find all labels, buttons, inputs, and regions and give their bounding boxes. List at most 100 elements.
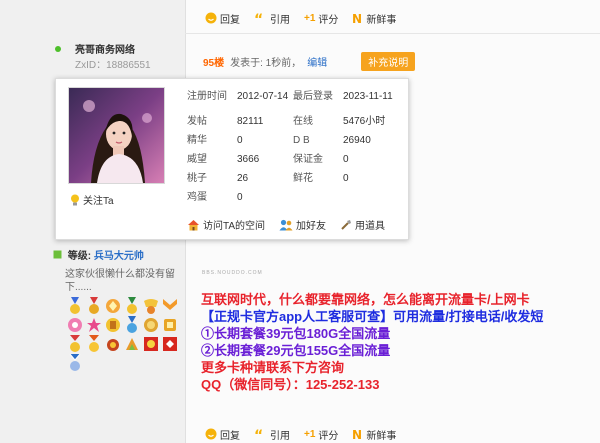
- quote-button[interactable]: “ 引用: [254, 11, 290, 26]
- rate-label: 评分: [318, 14, 339, 26]
- new-thread-icon: N: [352, 428, 363, 440]
- watermark: BBS.NOUDDO.COM: [202, 270, 263, 276]
- quote-button[interactable]: “ 引用: [254, 427, 290, 442]
- svg-text:N: N: [352, 12, 362, 24]
- ad-line: 更多卡种请联系下方咨询: [201, 360, 345, 375]
- new-thread-button[interactable]: N 新鲜事: [352, 427, 396, 442]
- stats-row: 精华 0 D B 26940: [187, 131, 393, 150]
- post-divider: [185, 33, 600, 34]
- quote-label: 引用: [270, 14, 290, 26]
- user-stats: 注册时间 2012-07-14 最后登录 2023-11-11 发帖 82111…: [187, 87, 393, 207]
- online-status-dot: [55, 46, 61, 52]
- quote-icon: “: [254, 429, 267, 440]
- post-action-bar-bottom: 回复 “ 引用 +1 评分 N 新鲜事: [205, 425, 396, 443]
- medal-icon[interactable]: [66, 316, 84, 334]
- stat-label: 发帖: [187, 116, 207, 127]
- edit-link[interactable]: 编辑: [307, 54, 327, 69]
- stats-row-register: 注册时间 2012-07-14 最后登录 2023-11-11: [187, 87, 393, 106]
- medal-icon[interactable]: [85, 335, 103, 353]
- reply-label: 回复: [220, 430, 240, 442]
- ad-line: 【正规卡官方app人工客服可查】可用流量/打接电话/收发短: [201, 309, 544, 324]
- register-label: 注册时间: [187, 91, 227, 102]
- stat-value: 0: [237, 135, 243, 146]
- rank-label: 等级:: [67, 251, 92, 262]
- stat-label: 鲜花: [293, 173, 313, 184]
- new-thread-label: 新鲜事: [366, 14, 397, 26]
- reply-button[interactable]: 回复: [205, 427, 240, 442]
- ad-line: ①长期套餐39元包180G全国流量: [201, 326, 391, 341]
- medal-icon[interactable]: [104, 297, 122, 315]
- card-actions: 访问TA的空间 加好友 用道具: [187, 217, 385, 232]
- stat-label: 鸡蛋: [187, 192, 207, 203]
- medal-icon[interactable]: [104, 316, 122, 334]
- home-icon: [187, 219, 200, 231]
- stats-row: 发帖 82111 在线 5476小时: [187, 112, 393, 131]
- stat-value: 0: [343, 173, 349, 184]
- post-time: 发表于: 1秒前，: [230, 58, 302, 69]
- stat-value: 5476小时: [343, 116, 386, 127]
- use-tool-label: 用道具: [355, 221, 386, 232]
- medal-icon[interactable]: [123, 316, 141, 334]
- new-thread-label: 新鲜事: [366, 430, 397, 442]
- floor-number[interactable]: 95楼: [203, 54, 224, 69]
- post-action-bar-top: 回复 “ 引用 +1 评分 N 新鲜事: [205, 9, 396, 27]
- svg-text:“: “: [254, 13, 263, 24]
- medal-icon[interactable]: [85, 316, 103, 334]
- stat-value: 3666: [237, 154, 260, 165]
- rank-icon: [53, 250, 62, 262]
- stat-value: 26: [237, 173, 249, 184]
- stat-value: 82111: [237, 116, 264, 127]
- use-tool-button[interactable]: 用道具: [340, 217, 385, 232]
- author-rank: 等级: 兵马大元帅: [53, 247, 144, 262]
- rate-button[interactable]: +1 评分: [304, 11, 338, 26]
- medal-icon[interactable]: [123, 297, 141, 315]
- new-thread-button[interactable]: N 新鲜事: [352, 11, 396, 26]
- stat-label: 在线: [293, 116, 313, 127]
- medal-icon[interactable]: [161, 297, 179, 315]
- stat-value: 26940: [343, 135, 371, 146]
- stats-row: 桃子 26 鲜花 0: [187, 169, 393, 188]
- quote-icon: “: [254, 13, 267, 24]
- medal-icon[interactable]: [85, 297, 103, 315]
- reply-icon: [205, 12, 217, 24]
- medal-grid: [66, 297, 179, 372]
- ad-line: QQ（微信同号）：125-252-133: [201, 377, 380, 392]
- medal-icon[interactable]: [161, 335, 179, 353]
- medal-icon[interactable]: [142, 297, 160, 315]
- register-value: 2012-07-14: [237, 91, 289, 102]
- author-name[interactable]: 亮哥商务网络: [75, 41, 135, 56]
- stats-row: 鸡蛋 0: [187, 188, 393, 207]
- author-signature: 这家伙很懒什么都没有留下......: [65, 269, 175, 293]
- rate-prefix: +1: [304, 428, 316, 440]
- stat-value: 0: [237, 192, 243, 203]
- add-friend-button[interactable]: 加好友: [279, 217, 326, 232]
- medal-icon[interactable]: [66, 335, 84, 353]
- follow-label: 关注Ta: [83, 196, 114, 207]
- add-friend-label: 加好友: [296, 221, 327, 232]
- visit-space-button[interactable]: 访问TA的空间: [187, 217, 265, 232]
- svg-text:N: N: [352, 428, 362, 440]
- avatar[interactable]: [68, 87, 165, 184]
- post-body: 互联网时代，什么都要靠网络，怎么能离开流量卡/上网卡 【正规卡官方app人工客服…: [201, 291, 543, 393]
- medal-icon[interactable]: [66, 297, 84, 315]
- reply-button[interactable]: 回复: [205, 11, 240, 26]
- user-info-card: 关注Ta 注册时间 2012-07-14 最后登录 2023-11-11 发帖 …: [55, 78, 409, 240]
- ad-line: ②长期套餐29元包155G全国流量: [201, 343, 391, 358]
- rate-label: 评分: [318, 430, 339, 442]
- quote-label: 引用: [270, 430, 290, 442]
- new-thread-icon: N: [352, 12, 363, 24]
- medal-icon[interactable]: [142, 335, 160, 353]
- stat-label: 保证金: [293, 154, 323, 165]
- follow-button[interactable]: 关注Ta: [70, 192, 114, 207]
- medal-icon[interactable]: [104, 335, 122, 353]
- last-login-value: 2023-11-11: [343, 91, 393, 102]
- medal-icon[interactable]: [123, 335, 141, 353]
- visit-space-label: 访问TA的空间: [203, 221, 266, 232]
- rank-value[interactable]: 兵马大元帅: [94, 251, 144, 262]
- rate-button[interactable]: +1 评分: [304, 427, 338, 442]
- medal-icon[interactable]: [66, 354, 84, 372]
- medal-icon[interactable]: [161, 316, 179, 334]
- stats-row: 威望 3666 保证金 0: [187, 150, 393, 169]
- medal-icon[interactable]: [142, 316, 160, 334]
- supplement-button[interactable]: 补充说明: [361, 52, 416, 71]
